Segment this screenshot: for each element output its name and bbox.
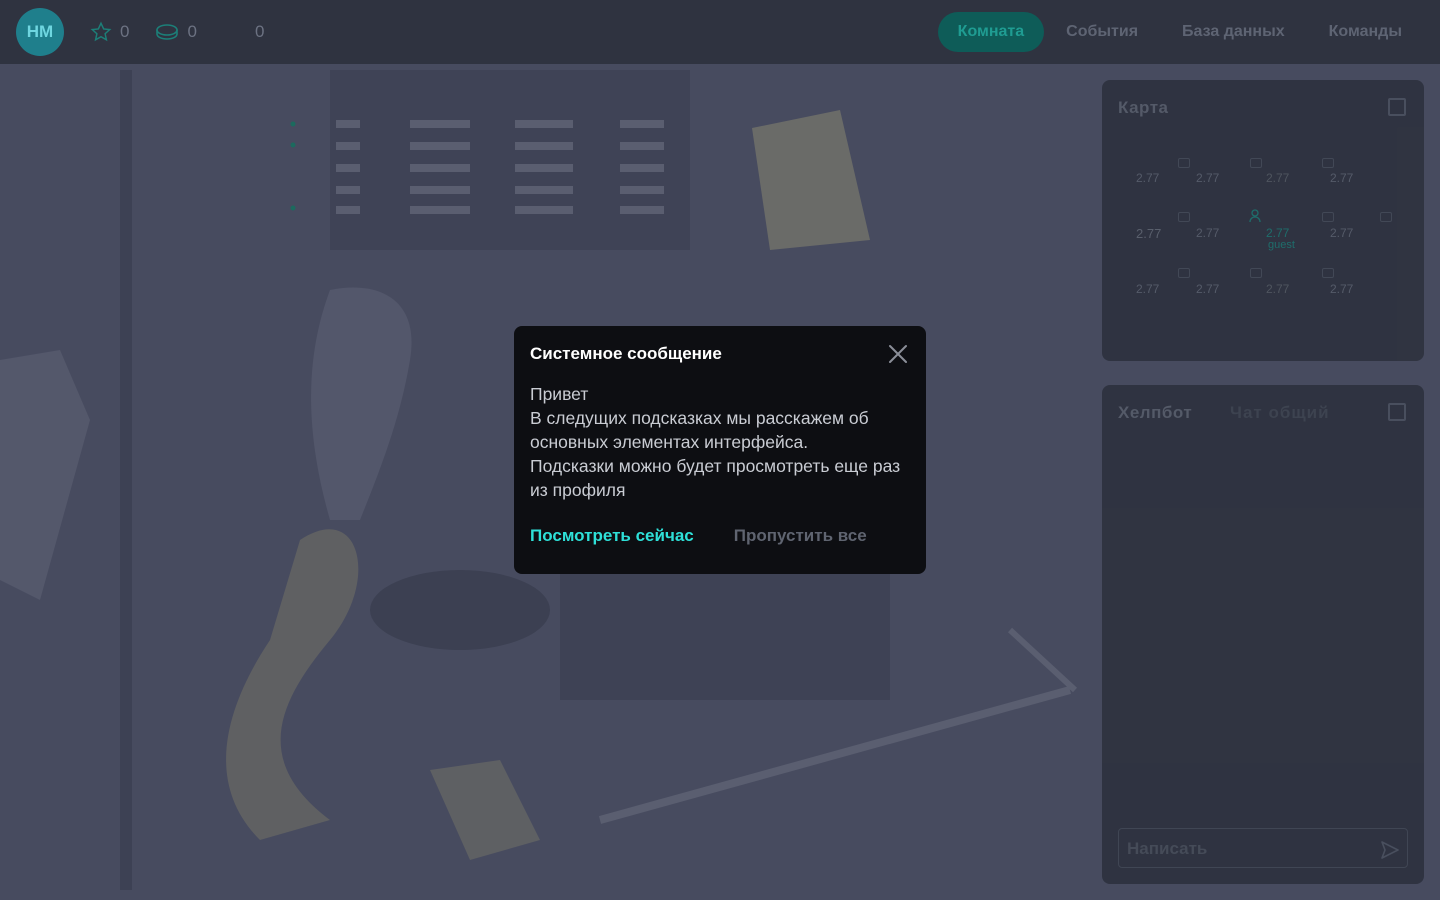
dialog-greeting: Привет	[530, 384, 589, 404]
map-cell[interactable]: 2.77	[1330, 282, 1353, 296]
stars-count: 0	[120, 22, 130, 41]
map-user-name: guest	[1268, 239, 1295, 251]
map-cell[interactable]: 2.77	[1330, 171, 1353, 185]
chat-title[interactable]: Хелпбот	[1118, 403, 1192, 423]
seat-icon	[1322, 212, 1334, 222]
dialog-actions: Посмотреть сейчас Пропустить все	[530, 526, 910, 546]
dialog-body: Привет В следущих подсказках мы расскаже…	[530, 382, 910, 502]
map-panel: Карта 2.77 2.77 2.77 2.77 2.77 2.77 2.77…	[1102, 80, 1424, 361]
tab-database[interactable]: База данных	[1160, 12, 1307, 52]
chat-input[interactable]: Написать	[1118, 828, 1408, 868]
system-message-dialog: Системное сообщение Привет В следущих по…	[514, 326, 926, 574]
user-icon	[1249, 209, 1261, 223]
map-cell[interactable]: 2.77	[1266, 226, 1289, 240]
coins-icon	[156, 24, 179, 40]
map-cell[interactable]: 2.77	[1196, 226, 1219, 240]
dialog-line-1: В следущих подсказках мы расскажем об ос…	[530, 408, 869, 452]
seat-icon	[1250, 268, 1262, 278]
skip-all-button[interactable]: Пропустить все	[734, 526, 867, 546]
tab-teams[interactable]: Команды	[1307, 12, 1424, 52]
chat-panel: Хелпбот Чат общий Написать	[1102, 385, 1424, 884]
map-expand-toggle[interactable]	[1388, 98, 1406, 116]
avatar[interactable]: HM	[16, 8, 64, 56]
map-title: Карта	[1118, 98, 1169, 117]
map-cell[interactable]: 2.77	[1196, 282, 1219, 296]
map-cell[interactable]: 2.77	[1330, 226, 1353, 240]
seat-icon	[1322, 158, 1334, 168]
tab-events[interactable]: События	[1044, 12, 1160, 52]
star-icon	[90, 21, 112, 42]
map-cell[interactable]: 2.77	[1136, 282, 1159, 296]
dialog-title: Системное сообщение	[530, 344, 722, 363]
tab-room[interactable]: Комната	[937, 12, 1045, 52]
seat-icon	[1178, 158, 1190, 168]
seat-icon	[1178, 212, 1190, 222]
dialog-line-2: Подсказки можно будет просмотреть еще ра…	[530, 456, 901, 500]
map-cell[interactable]: 2.77	[1196, 171, 1219, 185]
third-counter: 0	[255, 22, 264, 42]
view-now-button[interactable]: Посмотреть сейчас	[530, 526, 694, 546]
map-cell[interactable]: 2.77	[1136, 171, 1159, 185]
close-icon[interactable]	[888, 344, 908, 364]
map-cell[interactable]: 2.77	[1136, 226, 1161, 241]
coins-counter: 0	[155, 22, 197, 42]
third-count: 0	[254, 22, 265, 41]
coins-count: 0	[187, 22, 197, 41]
chat-expand-toggle[interactable]	[1388, 403, 1406, 421]
top-bar: HM 0 0 0 Комната События База данных Ком…	[0, 0, 1440, 64]
map-cell[interactable]: 2.77	[1266, 171, 1289, 185]
send-icon[interactable]	[1380, 840, 1400, 860]
stars-counter: 0	[90, 21, 129, 43]
seat-icon	[1178, 268, 1190, 278]
seat-icon	[1380, 212, 1392, 222]
tab-general-chat[interactable]: Чат общий	[1230, 403, 1330, 423]
seat-icon	[1250, 158, 1262, 168]
map-cell[interactable]: 2.77	[1266, 282, 1289, 296]
seat-icon	[1322, 268, 1334, 278]
main-nav: Комната События База данных Команды	[937, 12, 1424, 52]
